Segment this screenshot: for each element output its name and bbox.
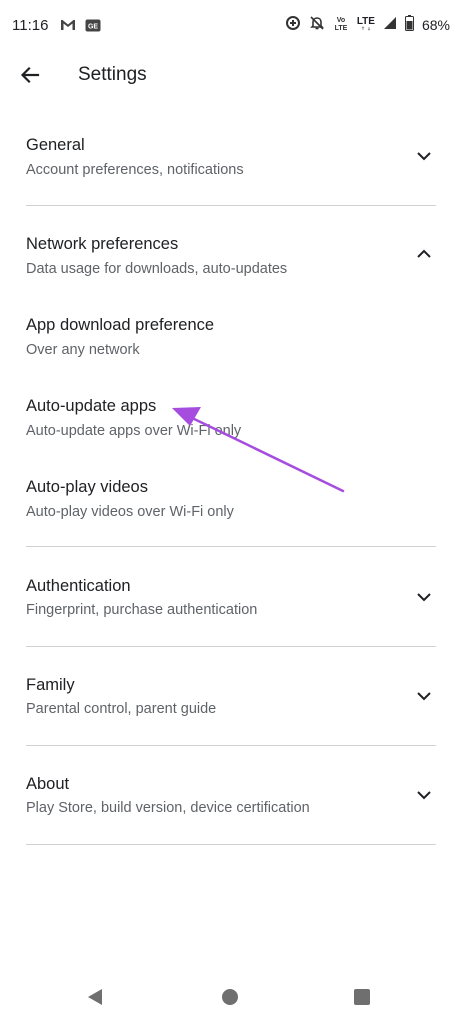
nav-home-icon[interactable] (222, 989, 238, 1005)
section-network-preferences[interactable]: Network preferences Data usage for downl… (0, 220, 462, 290)
divider (26, 745, 436, 746)
section-subtitle: Account preferences, notifications (26, 162, 244, 178)
setting-subtitle: Over any network (26, 342, 140, 358)
section-title: Family (26, 676, 75, 694)
status-time: 11:16 (12, 17, 49, 34)
arrow-back-icon (20, 65, 40, 90)
svg-text:GE: GE (88, 23, 98, 30)
gmail-icon (60, 18, 76, 37)
setting-subtitle: Auto-play videos over Wi-Fi only (26, 504, 234, 520)
section-subtitle: Play Store, build version, device certif… (26, 800, 310, 816)
section-subtitle: Parental control, parent guide (26, 701, 217, 717)
status-right-icons: Vo LTE LTE 68% (285, 15, 450, 34)
section-subtitle: Fingerprint, purchase authentication (26, 602, 258, 618)
chevron-down-icon (412, 144, 436, 168)
back-button[interactable] (14, 61, 46, 93)
chevron-down-icon (412, 783, 436, 807)
setting-title: Auto-play videos (26, 478, 148, 496)
status-bar: 11:16 GE Vo LTE LTE 68% (0, 0, 462, 52)
section-family[interactable]: Family Parental control, parent guide (0, 661, 462, 733)
divider (26, 205, 436, 206)
svg-text:Vo: Vo (337, 17, 345, 24)
setting-auto-play-videos[interactable]: Auto-play videos Auto-play videos over W… (0, 464, 462, 534)
gallery-icon: GE (85, 19, 101, 37)
section-about[interactable]: About Play Store, build version, device … (0, 760, 462, 832)
setting-auto-update-apps[interactable]: Auto-update apps Auto-update apps over W… (0, 383, 462, 453)
divider (26, 546, 436, 547)
nav-back-icon[interactable] (86, 988, 104, 1011)
system-nav-bar (0, 970, 462, 1024)
data-saver-icon (285, 15, 301, 34)
section-subtitle: Data usage for downloads, auto-updates (26, 261, 288, 277)
chevron-down-icon (412, 585, 436, 609)
notifications-off-icon (309, 15, 325, 34)
divider (26, 646, 436, 647)
chevron-up-icon (412, 242, 436, 266)
section-title: Network preferences (26, 235, 179, 253)
section-title: General (26, 136, 85, 154)
setting-subtitle: Auto-update apps over Wi-Fi only (26, 423, 242, 439)
lte-label: LTE (356, 16, 375, 27)
page-title: Settings (78, 64, 147, 85)
status-left-icons: GE (60, 18, 101, 37)
svg-text:LTE: LTE (334, 25, 347, 32)
signal-icon (383, 16, 397, 33)
setting-title: App download preference (26, 316, 215, 334)
app-bar: Settings (0, 52, 462, 100)
section-title: Authentication (26, 577, 131, 595)
lte-icon: LTE (356, 16, 375, 31)
section-authentication[interactable]: Authentication Fingerprint, purchase aut… (0, 562, 462, 634)
chevron-down-icon (412, 684, 436, 708)
setting-title: Auto-update apps (26, 397, 157, 415)
nav-recents-icon[interactable] (354, 989, 370, 1005)
section-general[interactable]: General Account preferences, notificatio… (0, 120, 462, 206)
divider (26, 844, 436, 845)
section-title: About (26, 775, 70, 793)
volte-icon: Vo LTE (333, 15, 349, 34)
battery-percent: 68% (421, 16, 450, 33)
setting-app-download-preference[interactable]: App download preference Over any network (0, 302, 462, 372)
battery-icon (404, 15, 414, 34)
